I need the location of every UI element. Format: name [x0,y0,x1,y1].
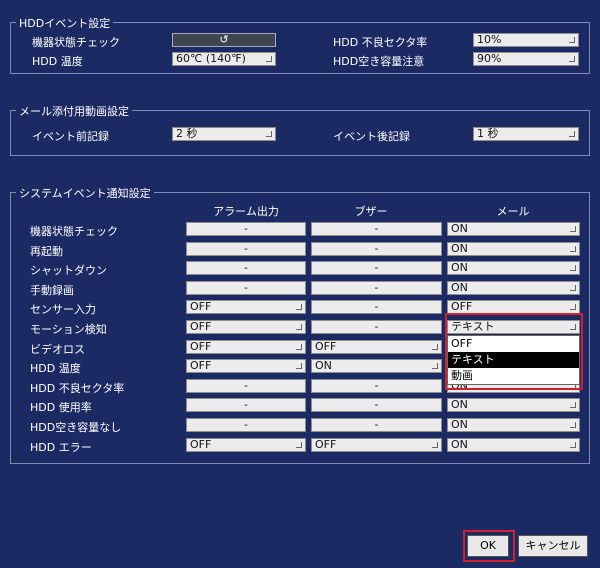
post-record-select[interactable]: 1 秒 [473,127,579,141]
row-label-manual-record: 手動録画 [30,284,74,297]
row-label-reboot: 再起動 [30,245,63,258]
row-label-motion-detect: モーション検知 [30,323,107,336]
cell-alarm-shutdown: - [186,261,306,275]
row-label-hdd-usage: HDD 使用率 [30,401,92,414]
cell-buzzer-hdd-no-space: - [311,418,442,432]
cell-mail-hdd-error[interactable]: ON [447,438,580,452]
header-mail: メール [496,205,530,218]
cell-buzzer-device-check: - [311,222,442,236]
hdd-temp-label: HDD 温度 [32,55,83,68]
cell-mail-hdd-no-space[interactable]: ON [447,418,580,432]
cell-buzzer-hdd-bad-sector: - [311,379,442,393]
cell-mail-device-check[interactable]: ON [447,222,580,236]
cell-buzzer-motion-detect: - [311,320,442,334]
cell-buzzer-shutdown: - [311,261,442,275]
device-check-label: 機器状態チェック [32,36,120,49]
row-label-device-check: 機器状態チェック [30,225,118,238]
cell-mail-reboot[interactable]: ON [447,242,580,256]
cell-buzzer-hdd-error[interactable]: OFF [311,438,442,452]
cell-buzzer-sensor-input: - [311,300,442,314]
post-record-label: イベント後記録 [333,130,410,143]
free-space-select[interactable]: 90% [473,52,579,66]
cell-mail-sensor-input[interactable]: OFF [447,300,580,314]
bad-sector-select[interactable]: 10% [473,33,579,47]
cell-alarm-sensor-input[interactable]: OFF [186,300,306,314]
free-space-label: HDD空き容量注意 [333,55,425,68]
cell-alarm-manual-record: - [186,281,306,295]
row-label-hdd-bad-sector: HDD 不良セクタ率 [30,382,125,395]
hdd-event-title: HDDイベント設定 [16,15,114,31]
pre-record-label: イベント前記録 [32,130,109,143]
cell-buzzer-reboot: - [311,242,442,256]
cell-buzzer-hdd-usage: - [311,398,442,412]
cell-alarm-device-check: - [186,222,306,236]
cell-alarm-hdd-bad-sector: - [186,379,306,393]
row-label-hdd-error: HDD エラー [30,441,92,454]
cell-mail-manual-record[interactable]: ON [447,281,580,295]
hdd-temp-select[interactable]: 60℃ (140℉) [172,52,276,66]
dropdown-highlight-box [445,313,583,390]
cell-alarm-motion-detect[interactable]: OFF [186,320,306,334]
cell-alarm-video-loss[interactable]: OFF [186,340,306,354]
cell-mail-shutdown[interactable]: ON [447,261,580,275]
system-event-title: システムイベント通知設定 [16,185,154,201]
cell-alarm-hdd-usage: - [186,398,306,412]
cell-buzzer-hdd-temp[interactable]: ON [311,359,442,373]
cell-buzzer-manual-record: - [311,281,442,295]
row-label-hdd-no-space: HDD空き容量なし [30,421,122,434]
cancel-button[interactable]: キャンセル [518,535,588,557]
row-label-sensor-input: センサー入力 [30,303,96,316]
mail-video-title: メール添付用動画設定 [16,103,132,119]
cell-alarm-hdd-error[interactable]: OFF [186,438,306,452]
row-label-shutdown: シャットダウン [30,264,107,277]
cell-alarm-hdd-no-space: - [186,418,306,432]
cell-alarm-reboot: - [186,242,306,256]
cell-buzzer-video-loss[interactable]: OFF [311,340,442,354]
header-alarm-output: アラーム出力 [213,205,279,218]
ok-highlight-box [463,530,515,562]
row-label-hdd-temp: HDD 温度 [30,362,81,375]
bad-sector-label: HDD 不良セクタ率 [333,36,428,49]
device-check-button[interactable]: ↺ [172,33,276,47]
pre-record-select[interactable]: 2 秒 [172,127,276,141]
row-label-video-loss: ビデオロス [30,343,85,356]
header-buzzer: ブザー [354,205,388,218]
cell-mail-hdd-usage[interactable]: ON [447,398,580,412]
cell-alarm-hdd-temp[interactable]: OFF [186,359,306,373]
